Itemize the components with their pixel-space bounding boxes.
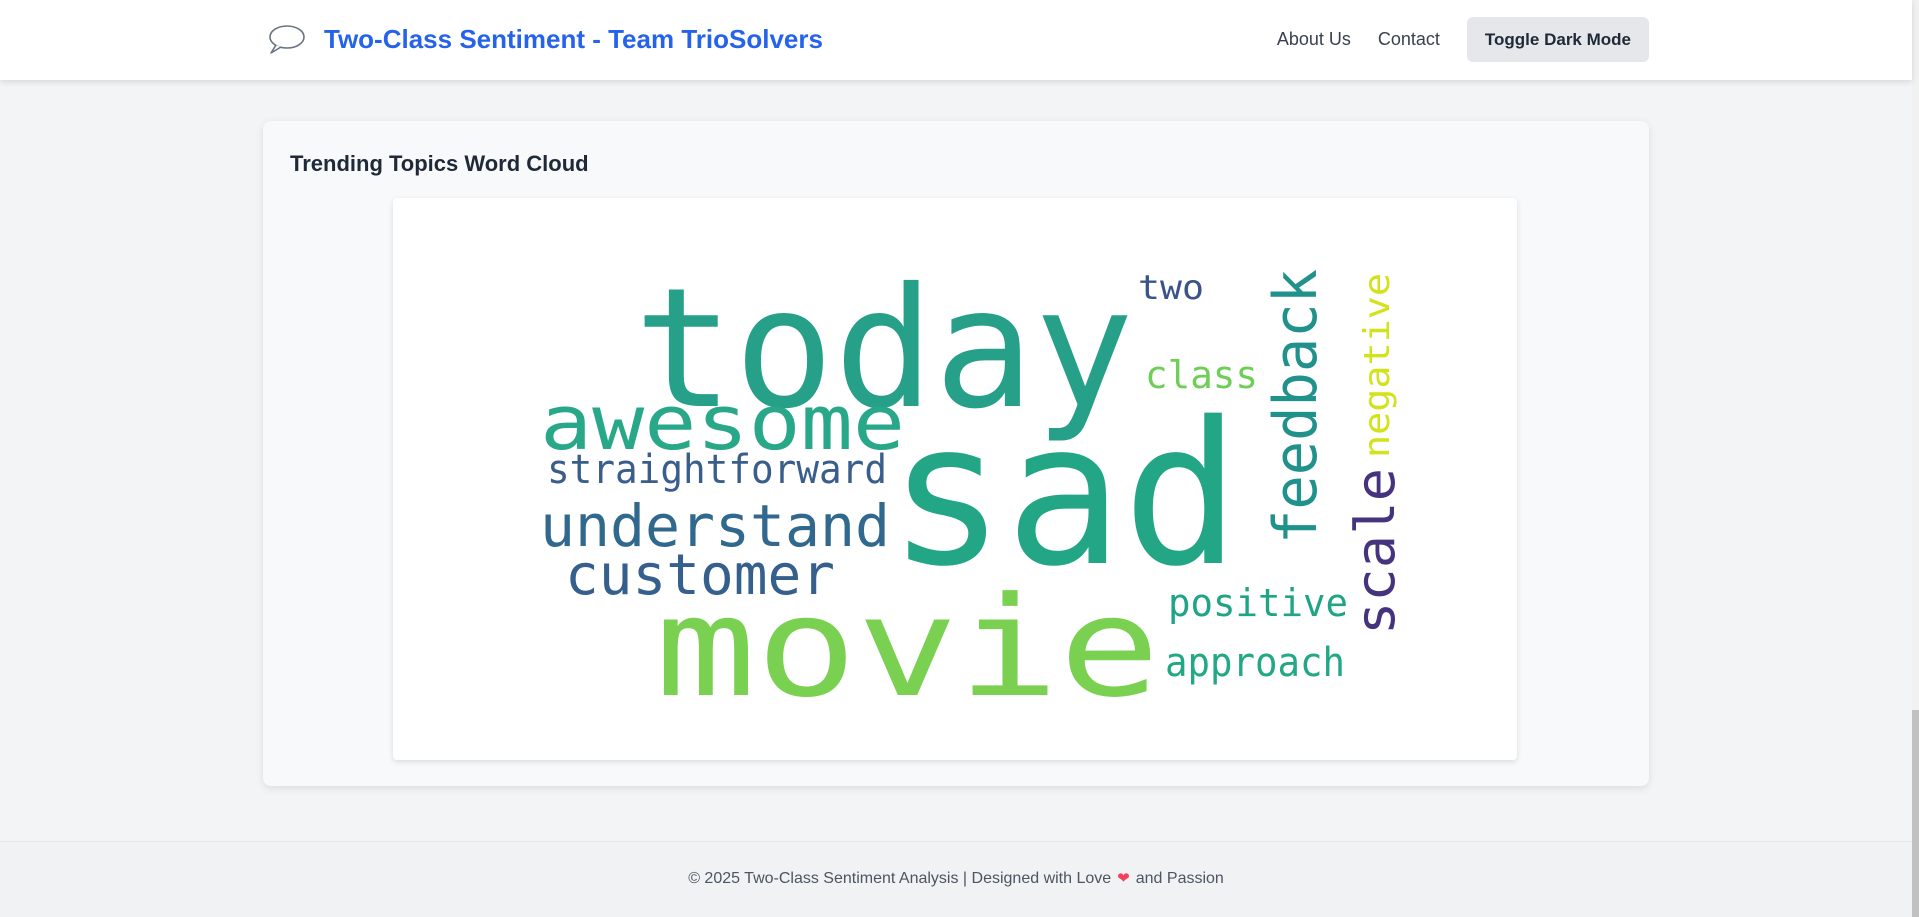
- heart-icon: ❤: [1117, 870, 1130, 887]
- footer-copyright: © 2025 Two-Class Sentiment Analysis | De…: [688, 870, 1112, 887]
- word-cloud-canvas: today sad movie awesome straightforward …: [540, 253, 1407, 728]
- scrollbar-thumb[interactable]: [1912, 710, 1919, 917]
- word-approach: approach: [1165, 640, 1345, 686]
- speech-bubble-icon: [269, 25, 305, 54]
- word-cloud-card: Trending Topics Word Cloud today sad mov…: [263, 121, 1649, 786]
- top-navbar: Two-Class Sentiment - Team TrioSolvers A…: [0, 0, 1912, 80]
- toggle-dark-mode-button[interactable]: Toggle Dark Mode: [1466, 17, 1649, 62]
- page-footer: © 2025 Two-Class Sentiment Analysis | De…: [0, 841, 1912, 917]
- word-positive: positive: [1168, 581, 1348, 625]
- about-us-link[interactable]: About Us: [1277, 29, 1351, 50]
- word-two: two: [1138, 268, 1204, 308]
- word-scale: scale: [1344, 468, 1407, 635]
- brand-title[interactable]: Two-Class Sentiment - Team TrioSolvers: [324, 24, 823, 55]
- card-title: Trending Topics Word Cloud: [290, 151, 589, 176]
- nav-menu: About Us Contact Toggle Dark Mode: [1277, 17, 1649, 62]
- page-scrollbar[interactable]: [1912, 0, 1919, 917]
- word-negative: negative: [1357, 273, 1398, 458]
- footer-passion: and Passion: [1135, 870, 1224, 887]
- word-class: class: [1145, 353, 1258, 397]
- word-feedback: feedback: [1261, 269, 1331, 544]
- word-customer: customer: [565, 543, 835, 608]
- word-cloud-image: today sad movie awesome straightforward …: [393, 198, 1517, 760]
- contact-link[interactable]: Contact: [1378, 29, 1440, 50]
- footer-text: © 2025 Two-Class Sentiment Analysis | De…: [0, 869, 1912, 888]
- word-straightforward: straightforward: [547, 447, 887, 493]
- page: Two-Class Sentiment - Team TrioSolvers A…: [0, 0, 1919, 917]
